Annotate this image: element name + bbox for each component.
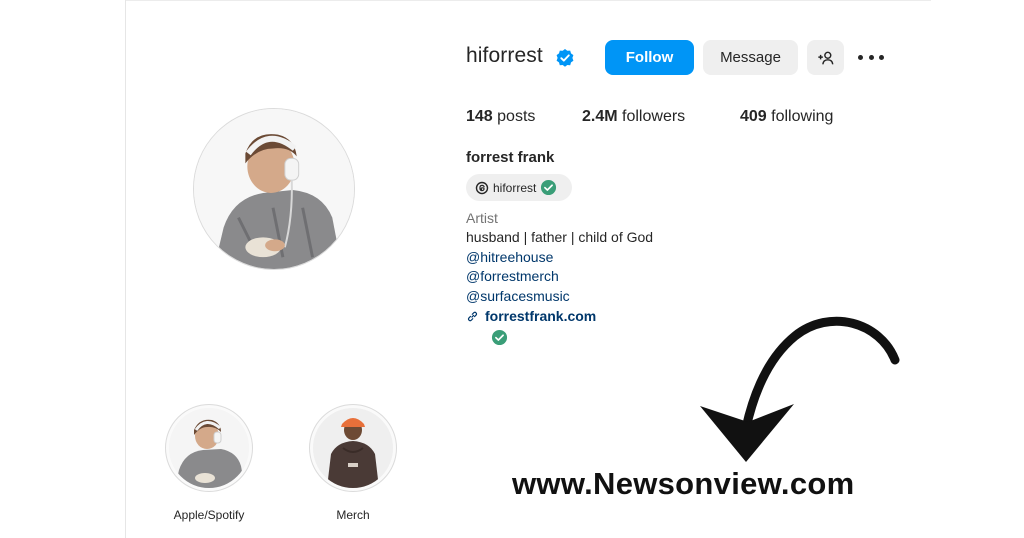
posts-label: posts (497, 108, 536, 125)
follow-button[interactable]: Follow (605, 40, 694, 75)
message-button[interactable]: Message (703, 40, 798, 75)
verified-badge-icon (556, 49, 574, 67)
left-divider (125, 0, 126, 538)
highlight-cover (169, 408, 249, 488)
website-link[interactable]: forrestfrank.com (466, 308, 596, 324)
profile-page: hiforrest Follow Message 148 posts 2.4M … (0, 0, 1024, 538)
threads-icon (475, 181, 489, 194)
following-label: following (771, 108, 834, 125)
followers-stat[interactable]: 2.4M followers (582, 108, 685, 126)
dot (858, 54, 863, 60)
dot (868, 54, 874, 60)
highlight-photo (313, 408, 393, 488)
highlight-apple-spotify[interactable] (165, 404, 253, 492)
posts-stat: 148 posts (466, 108, 535, 126)
bio-mention-forrestmerch[interactable]: @forrestmerch (466, 268, 559, 284)
profile-avatar[interactable] (193, 108, 355, 270)
watermark-text: www.Newsonview.com (512, 466, 855, 501)
threads-handle: hiforrest (493, 180, 537, 195)
website-text: forrestfrank.com (485, 308, 597, 324)
bio-mention-hitreehouse[interactable]: @hitreehouse (466, 249, 553, 265)
following-count: 409 (740, 108, 767, 125)
suggested-accounts-button[interactable] (807, 40, 844, 75)
followers-label: followers (622, 108, 686, 125)
highlight-label-apple-spotify: Apple/Spotify (173, 508, 245, 522)
curved-arrow-icon (700, 316, 900, 462)
following-stat[interactable]: 409 following (740, 108, 833, 126)
dot (879, 54, 884, 60)
bio-text: husband | father | child of God (466, 229, 654, 245)
more-options-icon[interactable] (858, 47, 884, 67)
add-user-icon (817, 51, 833, 64)
link-icon (467, 311, 478, 321)
posts-count: 148 (466, 108, 493, 125)
highlight-label-merch: Merch (336, 508, 370, 522)
website-verified-icon (491, 329, 508, 346)
profile-category: Artist (466, 210, 498, 226)
followers-count: 2.4M (582, 108, 618, 125)
threads-verified-icon (541, 179, 557, 196)
profile-full-name: forrest frank (466, 149, 555, 166)
bio-mention-surfacesmusic[interactable]: @surfacesmusic (466, 288, 570, 304)
threads-badge[interactable]: hiforrest (466, 174, 572, 201)
highlight-photo (169, 408, 249, 488)
profile-username: hiforrest (466, 44, 543, 67)
top-divider (126, 0, 931, 1)
avatar-photo (194, 109, 354, 269)
highlight-cover (313, 408, 393, 488)
highlight-merch[interactable] (309, 404, 397, 492)
